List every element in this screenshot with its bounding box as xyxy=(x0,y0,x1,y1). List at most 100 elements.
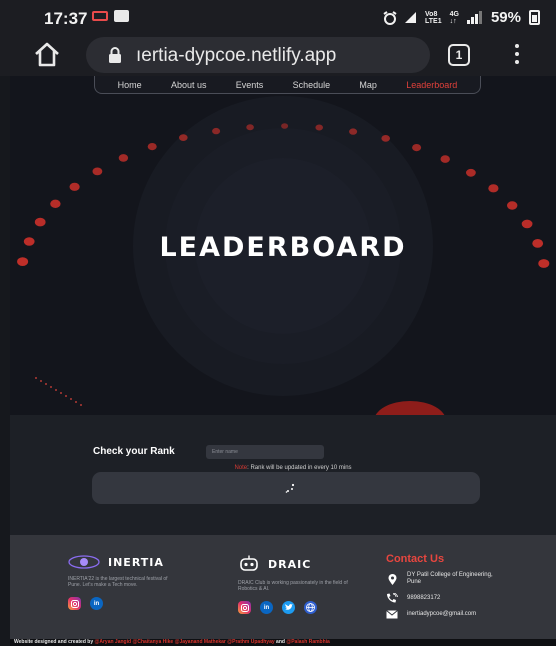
linkedin-icon[interactable]: in xyxy=(90,597,103,610)
rank-note: Note: Rank will be updated in every 10 m… xyxy=(20,465,556,471)
twitter-icon[interactable] xyxy=(282,601,295,614)
hero-dot xyxy=(381,135,391,142)
hero-dot xyxy=(281,123,289,129)
nav-events[interactable]: Events xyxy=(236,80,264,90)
hero-dot xyxy=(80,404,82,406)
draic-name: DRAIC xyxy=(268,557,312,571)
site-footer: INERTIA INERTIA'22 is the largest techni… xyxy=(10,535,556,639)
inertia-brand: INERTIA xyxy=(68,555,180,569)
nav-about-us[interactable]: About us xyxy=(171,80,207,90)
inertia-description: INERTIA'22 is the largest technical fest… xyxy=(68,576,168,588)
tab-switcher-button[interactable]: 1 xyxy=(448,44,470,66)
site-navbar: Home About us Events Schedule Map Leader… xyxy=(94,76,481,94)
status-notification-icons xyxy=(92,10,129,22)
page: { "statusbar": { "time": "17:37", "netwo… xyxy=(0,0,556,646)
contact-email: inertiadypcoe@gmail.com xyxy=(386,610,546,619)
instagram-icon[interactable] xyxy=(238,601,251,614)
nav-home[interactable]: Home xyxy=(118,80,142,90)
signal-icon xyxy=(466,11,482,24)
url-text: ıertia-dypcoe.netlify.app xyxy=(136,45,337,66)
inertia-logo-icon xyxy=(68,555,100,569)
credit-link[interactable]: @Palash Rambhia xyxy=(286,639,330,645)
inertia-name: INERTIA xyxy=(108,555,164,569)
hero-dot xyxy=(466,168,476,177)
address-bar[interactable]: ıertia-dypcoe.netlify.app xyxy=(86,37,430,73)
hero-dot xyxy=(69,182,80,191)
globe-icon[interactable] xyxy=(304,601,317,614)
hero-dot xyxy=(507,201,518,210)
nav-map[interactable]: Map xyxy=(359,80,377,90)
rank-name-input[interactable] xyxy=(206,445,324,459)
hero-dot xyxy=(50,386,52,388)
hero-dot xyxy=(412,144,422,152)
nav-leaderboard[interactable]: Leaderboard xyxy=(406,80,457,90)
status-bar: 17:37 Vo8 LTE1 4G ↓↑ 59% xyxy=(0,0,556,34)
credit-link[interactable]: @Chaitanya Hike xyxy=(132,639,173,645)
note-label: Note xyxy=(234,465,248,471)
footer-draic: DRAIC DRAIC Club is working passionately… xyxy=(238,555,350,614)
credit-link[interactable]: @Jayanand Mathekar xyxy=(175,639,226,645)
alarm-icon xyxy=(383,10,397,25)
note-text: : Rank will be updated in every 10 mins xyxy=(247,465,352,471)
hero-dot xyxy=(35,377,37,379)
loading-spinner-icon xyxy=(285,483,295,493)
hero-dot xyxy=(40,380,42,382)
hero-dot xyxy=(315,124,324,131)
contact-address: DY Patil College of Engineering, Pune xyxy=(386,572,546,586)
footer-inertia: INERTIA INERTIA'22 is the largest techni… xyxy=(68,555,180,610)
phone-icon xyxy=(387,593,398,603)
credits-prefix: Website designed and created by xyxy=(14,639,94,645)
hero-dot xyxy=(521,219,533,229)
hero-dot xyxy=(118,154,129,162)
hero-red-disc xyxy=(375,401,445,415)
hero-dot xyxy=(75,401,77,403)
home-icon[interactable] xyxy=(32,40,62,70)
credits-and: and xyxy=(276,639,285,645)
battery-percent: 59% xyxy=(490,9,521,26)
draic-description: DRAIC Club is working passionately in th… xyxy=(238,580,348,592)
browser-toolbar: ıertia-dypcoe.netlify.app 1 xyxy=(0,34,556,76)
status-right: Vo8 LTE1 4G ↓↑ 59% xyxy=(383,9,540,26)
draic-brand: DRAIC xyxy=(238,555,350,573)
hero-dot xyxy=(440,155,450,163)
hero-dot xyxy=(50,199,61,208)
check-rank-label: Check your Rank xyxy=(93,446,175,457)
instagram-icon[interactable] xyxy=(68,597,81,610)
hero-dot xyxy=(212,127,221,135)
robot-logo-icon xyxy=(240,555,258,571)
mail-icon xyxy=(386,610,398,619)
hero-dot xyxy=(70,398,72,400)
rank-section: Check your Rank Note: Rank will be updat… xyxy=(10,415,556,535)
credits-strip: Website designed and created by @Aryan J… xyxy=(10,639,556,646)
hero-dot xyxy=(55,389,57,391)
contact-phone: 9898823172 xyxy=(386,593,546,603)
credit-link[interactable]: @Prathm Upadhyay xyxy=(227,639,274,645)
hero-dot xyxy=(147,143,157,151)
hero-dot xyxy=(92,167,103,176)
rank-result-box xyxy=(92,472,480,504)
hero-dot xyxy=(65,395,67,397)
gallery-icon xyxy=(114,10,129,22)
hero-dot xyxy=(246,124,254,131)
nav-schedule[interactable]: Schedule xyxy=(293,80,331,90)
hero-dot xyxy=(45,383,47,385)
network-type-indicator: 4G ↓↑ xyxy=(449,10,459,25)
hero-dot xyxy=(34,217,46,227)
volte-indicator: Vo8 LTE1 xyxy=(425,10,442,25)
contact-title: Contact Us xyxy=(386,553,445,565)
battery-icon xyxy=(529,10,540,25)
hero-dot xyxy=(60,392,62,394)
notification-icon xyxy=(92,11,108,21)
footer-contact: Contact Us DY Patil College of Engineeri… xyxy=(386,545,546,619)
page-title: LEADERBOARD xyxy=(159,232,407,263)
hero-dot xyxy=(349,128,358,135)
draic-socials: in xyxy=(238,601,350,614)
lock-icon xyxy=(109,47,121,63)
linkedin-icon[interactable]: in xyxy=(260,601,273,614)
credit-link[interactable]: @Aryan Jangid xyxy=(95,639,132,645)
hero-dot xyxy=(179,134,188,141)
wifi-calling-icon xyxy=(405,11,417,23)
status-time: 17:37 xyxy=(44,9,88,28)
inertia-socials: in xyxy=(68,597,180,610)
browser-menu-icon[interactable] xyxy=(512,44,522,66)
